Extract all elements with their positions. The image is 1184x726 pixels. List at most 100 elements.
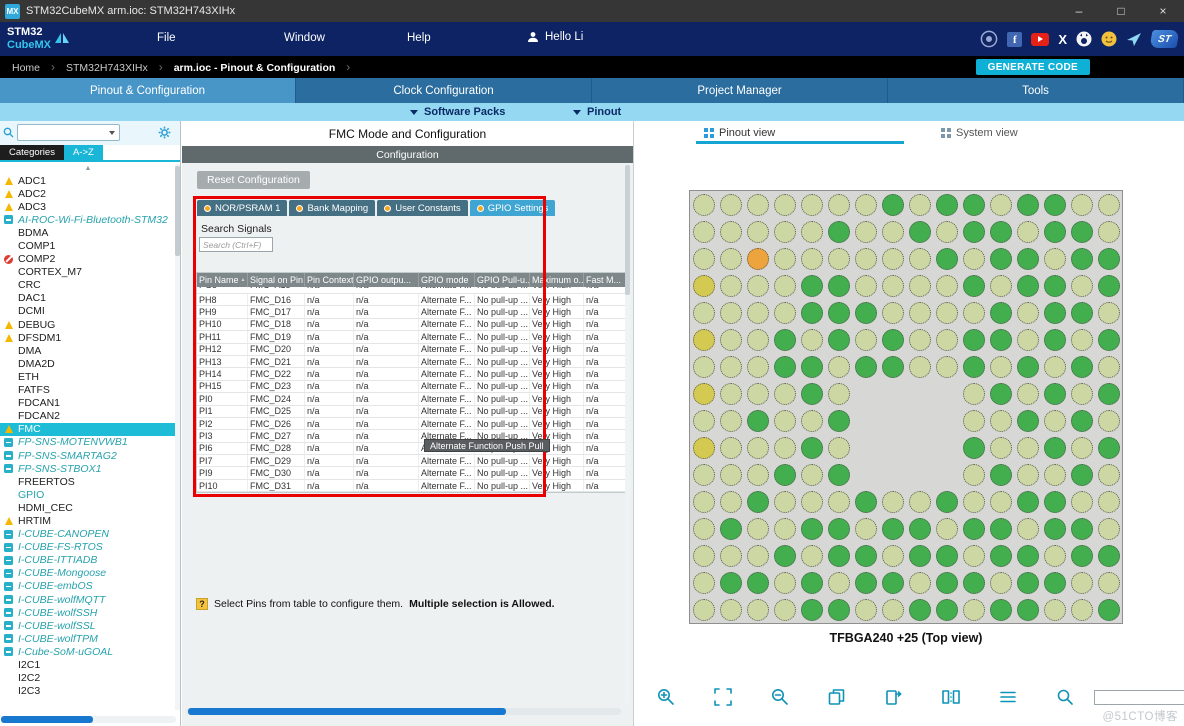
bga-pin[interactable] [1097, 571, 1120, 594]
bga-pin[interactable] [1016, 517, 1039, 540]
column-header-signal-on-pin[interactable]: Signal on Pin [248, 273, 305, 287]
bga-pin[interactable] [1016, 247, 1039, 270]
scrollbar-thumb[interactable] [625, 165, 630, 295]
bga-pin[interactable] [881, 598, 904, 621]
column-header-pin-context[interactable]: Pin Context [305, 273, 354, 287]
bga-pin[interactable] [854, 517, 877, 540]
bga-pin[interactable] [1070, 355, 1093, 378]
bga-pin[interactable] [746, 544, 769, 567]
bga-pin[interactable] [1070, 247, 1093, 270]
bga-pin[interactable] [989, 571, 1012, 594]
bga-pin[interactable] [1070, 544, 1093, 567]
bga-pin[interactable] [827, 517, 850, 540]
bga-pin[interactable] [773, 301, 796, 324]
bga-pin[interactable] [719, 220, 742, 243]
table-row[interactable]: PI9 FMC_D30 n/a n/a Alternate F... No pull-up… [197, 467, 628, 480]
bga-pin[interactable] [854, 193, 877, 216]
bga-package-view[interactable] [689, 190, 1123, 624]
bga-pin[interactable] [1016, 571, 1039, 594]
bga-pin[interactable] [746, 328, 769, 351]
bga-pin[interactable] [746, 382, 769, 405]
bga-pin[interactable] [1016, 490, 1039, 513]
bga-pin[interactable] [908, 544, 931, 567]
bga-pin[interactable] [746, 409, 769, 432]
bga-pin[interactable] [692, 247, 715, 270]
sidebar-item-fdcan1[interactable]: FDCAN1 [0, 397, 176, 410]
bga-pin[interactable] [989, 247, 1012, 270]
bga-pin[interactable] [719, 382, 742, 405]
sidebar-item-debug[interactable]: DEBUG [0, 318, 176, 331]
peripheral-filter-combobox[interactable] [17, 124, 120, 141]
bga-pin[interactable] [989, 598, 1012, 621]
table-row[interactable]: PI10 FMC_D31 n/a n/a Alternate F... No pull-u… [197, 479, 628, 493]
menu-window[interactable]: Window [284, 32, 325, 44]
bga-pin[interactable] [881, 517, 904, 540]
bga-pin[interactable] [1097, 436, 1120, 459]
bga-pin[interactable] [692, 355, 715, 378]
bga-pin[interactable] [962, 355, 985, 378]
bga-pin[interactable] [962, 247, 985, 270]
zoom-out-icon[interactable] [768, 686, 792, 708]
bga-pin[interactable] [800, 193, 823, 216]
sidebar-item-dcmi[interactable]: DCMI [0, 305, 176, 318]
bga-pin[interactable] [1043, 301, 1066, 324]
bga-pin[interactable] [719, 409, 742, 432]
bga-pin[interactable] [1043, 409, 1066, 432]
bga-pin[interactable] [989, 544, 1012, 567]
bga-pin[interactable] [746, 220, 769, 243]
bga-pin[interactable] [827, 301, 850, 324]
bga-pin[interactable] [746, 274, 769, 297]
sidebar-item-gpio[interactable]: GPIO [0, 488, 176, 501]
bga-pin[interactable] [773, 598, 796, 621]
sidebar-item-i-cube-mongoose[interactable]: I-CUBE-Mongoose [0, 567, 176, 580]
tab-pinout-view[interactable]: Pinout view [704, 127, 775, 139]
bga-pin[interactable] [1070, 274, 1093, 297]
bga-pin[interactable] [908, 517, 931, 540]
bga-pin[interactable] [989, 463, 1012, 486]
bga-pin[interactable] [1070, 490, 1093, 513]
bga-pin[interactable] [827, 490, 850, 513]
sidebar-item-hrtim[interactable]: HRTIM [0, 514, 176, 527]
bga-pin[interactable] [989, 382, 1012, 405]
sidebar-item-cortex-m7[interactable]: CORTEX_M7 [0, 266, 176, 279]
bga-pin[interactable] [692, 193, 715, 216]
bga-pin[interactable] [1097, 328, 1120, 351]
forum-icon[interactable] [1101, 31, 1117, 47]
sidebar-item-i2c2[interactable]: I2C2 [0, 672, 176, 685]
bga-pin[interactable] [719, 436, 742, 459]
bga-pin[interactable] [908, 274, 931, 297]
bga-pin[interactable] [719, 544, 742, 567]
bga-pin[interactable] [881, 355, 904, 378]
bga-pin[interactable] [827, 436, 850, 459]
bga-pin[interactable] [692, 382, 715, 405]
bga-pin[interactable] [962, 571, 985, 594]
bga-pin[interactable] [854, 355, 877, 378]
bga-pin[interactable] [1043, 463, 1066, 486]
bga-pin[interactable] [989, 220, 1012, 243]
bga-pin[interactable] [692, 436, 715, 459]
bga-pin[interactable] [854, 544, 877, 567]
bga-pin[interactable] [1070, 463, 1093, 486]
bga-pin[interactable] [692, 274, 715, 297]
bga-pin[interactable] [773, 274, 796, 297]
bga-pin[interactable] [854, 220, 877, 243]
table-row[interactable]: PH11 FMC_D19 n/a n/a Alternate F... No pull-u… [197, 331, 628, 344]
bga-pin[interactable] [692, 544, 715, 567]
bga-pin[interactable] [1043, 544, 1066, 567]
bga-pin[interactable] [1097, 490, 1120, 513]
bga-pin[interactable] [854, 328, 877, 351]
panel-horizontal-scrollbar[interactable] [186, 708, 621, 715]
bga-pin[interactable] [908, 220, 931, 243]
minimize-button[interactable]: – [1058, 0, 1100, 22]
bga-pin[interactable] [935, 517, 958, 540]
bga-pin[interactable] [908, 490, 931, 513]
bga-pin[interactable] [719, 517, 742, 540]
sidebar-item-adc3[interactable]: ADC3 [0, 200, 176, 213]
bga-pin[interactable] [1070, 382, 1093, 405]
bga-pin[interactable] [719, 490, 742, 513]
bga-pin[interactable] [935, 598, 958, 621]
pinout-search-input[interactable] [1094, 689, 1184, 705]
scrollbar-thumb[interactable] [175, 166, 180, 256]
bga-pin[interactable] [773, 193, 796, 216]
bga-pin[interactable] [692, 328, 715, 351]
